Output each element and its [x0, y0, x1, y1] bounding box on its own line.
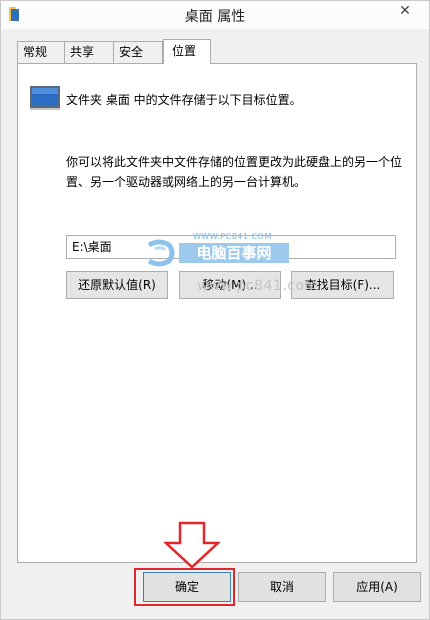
watermark-small-text: WWW.PC841.COM: [193, 232, 272, 241]
tab-sharing[interactable]: 共享: [64, 41, 114, 63]
close-icon: ✕: [399, 3, 411, 19]
down-arrow-icon: [164, 521, 220, 569]
close-button[interactable]: ✕: [387, 1, 423, 21]
watermark-brand: 电脑百事网: [179, 243, 289, 263]
folder-location-text: 文件夹 桌面 中的文件存储于以下目标位置。: [66, 93, 302, 107]
tab-general[interactable]: 常规: [17, 41, 65, 63]
highlight-annotation: [134, 568, 235, 606]
properties-dialog: 桌面 属性 ✕ 常规 共享 安全 位置 文件夹 桌面 中的文件存储于以下目标位置…: [0, 0, 430, 620]
location-panel: 文件夹 桌面 中的文件存储于以下目标位置。 你可以将此文件夹中文件存储的位置更改…: [17, 63, 417, 563]
apply-button[interactable]: 应用(A): [333, 572, 421, 602]
window-title: 桌面 属性: [184, 9, 246, 25]
location-description: 你可以将此文件夹中文件存储的位置更改为此硬盘上的另一个位置、另一个驱动器或网络上…: [66, 155, 403, 189]
tab-security[interactable]: 安全: [113, 41, 163, 63]
watermark-url: www.pc841.com: [197, 278, 319, 294]
cancel-button[interactable]: 取消: [238, 572, 326, 602]
title-bar: 桌面 属性 ✕: [1, 1, 429, 29]
desktop-folder-icon: [30, 86, 60, 110]
tab-location[interactable]: 位置: [163, 39, 211, 64]
restore-default-button[interactable]: 还原默认值(R): [66, 271, 168, 299]
